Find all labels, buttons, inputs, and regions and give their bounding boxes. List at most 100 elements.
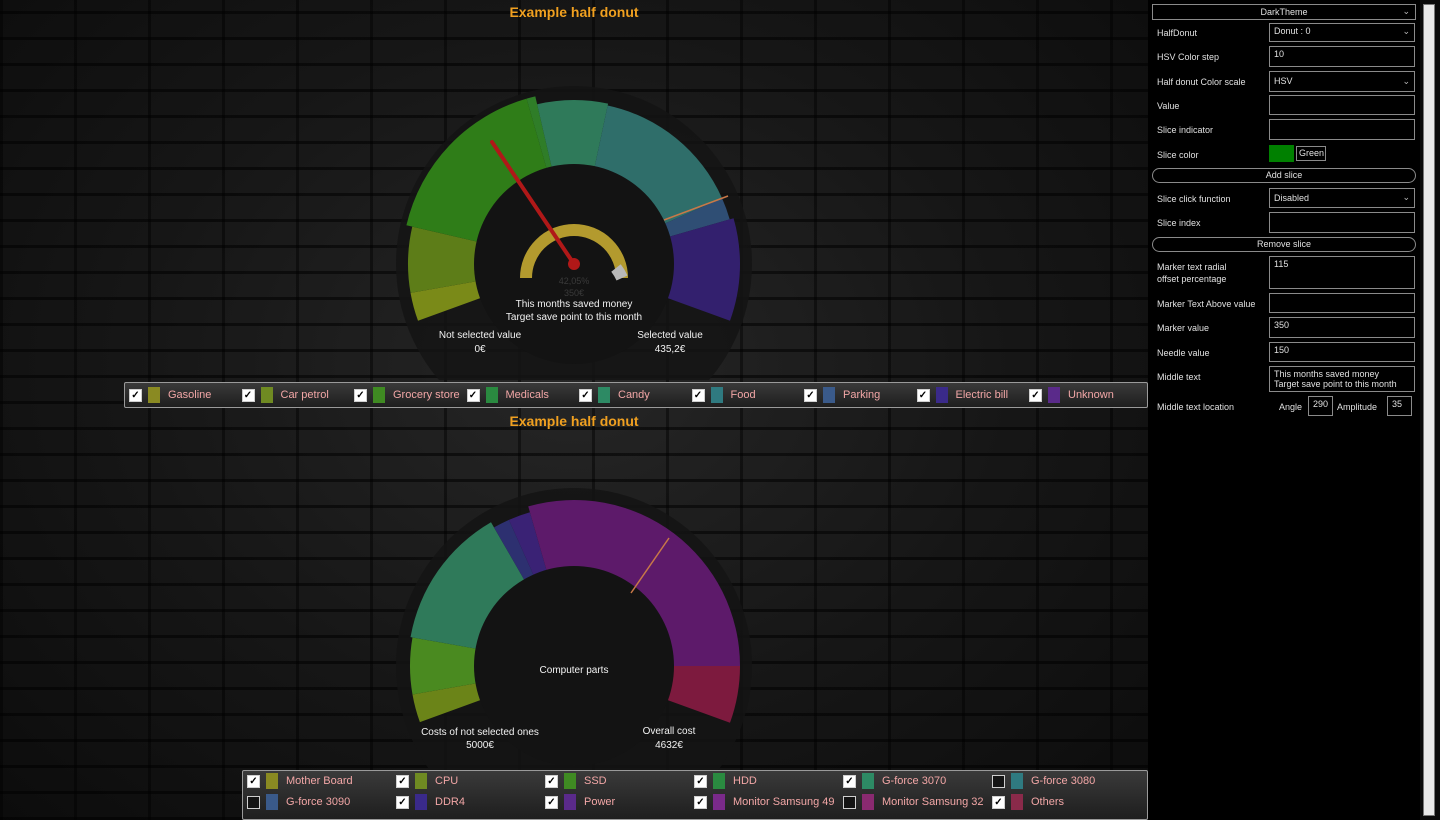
legend-label: Mother Board xyxy=(286,775,353,787)
angle-input[interactable]: 290 xyxy=(1308,396,1333,416)
legend-checkbox[interactable]: ✓ xyxy=(396,774,409,788)
marker-above-label: Marker Text Above value xyxy=(1157,299,1256,309)
legend-item[interactable]: ✓ DDR4 xyxy=(396,793,465,811)
hsv-step-label: HSV Color step xyxy=(1157,52,1220,62)
color-scale-value: HSV xyxy=(1274,76,1293,86)
legend-label: Monitor Samsung 32 xyxy=(882,796,984,808)
amplitude-input[interactable]: 35 xyxy=(1387,396,1412,416)
slice-index-label: Slice index xyxy=(1157,218,1201,228)
not-selected-costs-label: Costs of not selected ones xyxy=(421,727,539,738)
legend-checkbox[interactable] xyxy=(247,795,260,809)
slice-index-input[interactable] xyxy=(1269,212,1415,233)
legend-swatch xyxy=(1011,773,1023,789)
legend-item[interactable]: Monitor Samsung 32 xyxy=(843,793,984,811)
middle-text-input-line2: Target save point to this month xyxy=(1274,379,1397,389)
slice-color-name[interactable]: Green xyxy=(1296,146,1326,161)
legend-checkbox[interactable]: ✓ xyxy=(396,795,409,809)
legend-swatch xyxy=(564,773,576,789)
half-donut-chart-1 xyxy=(396,86,752,380)
legend-chart2: ✓ Mother Board ✓ CPU ✓ SSD ✓ HDD ✓ G-force 3070 G-… xyxy=(242,770,1148,820)
middle-text-label: Middle text xyxy=(1157,372,1201,382)
text-location-label: Middle text location xyxy=(1157,402,1235,412)
gauge-marker-text: 350€ xyxy=(563,288,585,298)
legend-checkbox[interactable]: ✓ xyxy=(992,795,1005,809)
legend-checkbox[interactable]: ✓ xyxy=(694,795,707,809)
click-function-select[interactable]: Disabled ⌄ xyxy=(1269,188,1415,208)
legend-label: G-force 3070 xyxy=(882,775,947,787)
legend-label: Others xyxy=(1031,796,1065,808)
legend-swatch xyxy=(862,773,874,789)
legend-label: SSD xyxy=(584,775,607,787)
color-scale-label: Half donut Color scale xyxy=(1157,77,1246,87)
overall-cost-value: 4632€ xyxy=(655,740,683,751)
overall-cost-label: Overall cost xyxy=(642,726,696,737)
not-selected-costs-value: 5000€ xyxy=(466,740,494,751)
slice-indicator-label: Slice indicator xyxy=(1157,125,1214,135)
half-donut-chart-2 xyxy=(396,488,752,770)
legend-label: DDR4 xyxy=(435,796,465,808)
panel-scrollbar[interactable] xyxy=(1420,0,1440,820)
settings-panel: DarkTheme ⌄ HalfDonut Donut : 0 ⌄ HSV Co… xyxy=(1148,0,1420,820)
radial-offset-input[interactable]: 115 xyxy=(1269,256,1415,289)
theme-select-box[interactable]: DarkTheme xyxy=(1152,4,1416,20)
legend-label: G-force 3090 xyxy=(286,796,351,808)
chevron-down-icon: ⌄ xyxy=(1402,6,1410,16)
legend-item[interactable]: G-force 3090 xyxy=(247,793,350,811)
chevron-down-icon: ⌄ xyxy=(1402,76,1410,86)
chart-area: Example half donut 42,05% 350€ This mont… xyxy=(0,0,1148,820)
gauge-percent: 42,05% xyxy=(558,276,590,286)
legend-item[interactable]: ✓ Monitor Samsung 49 xyxy=(694,793,835,811)
marker-value-input[interactable]: 350 xyxy=(1269,317,1415,338)
radial-offset-label-line2: offset percentage xyxy=(1157,274,1227,284)
value-input[interactable] xyxy=(1269,95,1415,115)
add-slice-button[interactable]: Add slice xyxy=(1152,168,1416,183)
marker-value-label: Marker value xyxy=(1157,323,1210,333)
legend-label: Monitor Samsung 49 xyxy=(733,796,835,808)
needle-hub xyxy=(568,258,580,270)
legend-item[interactable]: ✓ CPU xyxy=(396,772,458,790)
legend-label: G-force 3080 xyxy=(1031,775,1096,787)
chevron-down-icon: ⌄ xyxy=(1402,192,1410,202)
legend-item[interactable]: ✓ SSD xyxy=(545,772,607,790)
legend-item[interactable]: ✓ Power xyxy=(545,793,615,811)
legend-checkbox[interactable]: ✓ xyxy=(247,774,260,788)
color-scale-select[interactable]: HSV ⌄ xyxy=(1269,71,1415,92)
hsv-step-input[interactable]: 10 xyxy=(1269,46,1415,67)
legend-label: CPU xyxy=(435,775,459,787)
slice-color-label: Slice color xyxy=(1157,150,1199,160)
needle-value-label: Needle value xyxy=(1157,348,1210,358)
click-function-label: Slice click function xyxy=(1157,194,1231,204)
legend-label: Power xyxy=(584,796,616,808)
remove-slice-button[interactable]: Remove slice xyxy=(1152,237,1416,252)
legend-item[interactable]: ✓ Mother Board xyxy=(247,772,353,790)
needle-value-input[interactable]: 150 xyxy=(1269,342,1415,362)
legend-swatch xyxy=(713,773,725,789)
legend-checkbox[interactable]: ✓ xyxy=(694,774,707,788)
amplitude-label: Amplitude xyxy=(1337,402,1378,412)
halfdonut-select[interactable]: Donut : 0 ⌄ xyxy=(1269,23,1415,42)
legend-label: HDD xyxy=(733,775,757,787)
legend-item[interactable]: G-force 3080 xyxy=(992,772,1095,790)
slice-color-swatch[interactable] xyxy=(1269,145,1294,162)
click-function-value: Disabled xyxy=(1274,193,1310,203)
legend-checkbox[interactable]: ✓ xyxy=(545,774,558,788)
radial-offset-label-line1: Marker text radial xyxy=(1157,262,1227,272)
legend-item[interactable]: ✓ HDD xyxy=(694,772,757,790)
legend-checkbox[interactable] xyxy=(992,774,1005,788)
angle-label: Angle xyxy=(1279,402,1303,412)
chevron-down-icon: ⌄ xyxy=(1402,26,1410,36)
slice-indicator-input[interactable] xyxy=(1269,119,1415,140)
middle-text-input[interactable]: This months saved money Target save poin… xyxy=(1269,366,1415,392)
legend-item[interactable]: ✓ G-force 3070 xyxy=(843,772,946,790)
legend-swatch xyxy=(415,794,427,810)
legend-checkbox[interactable] xyxy=(843,795,856,809)
legend-swatch xyxy=(266,794,278,810)
legend-swatch xyxy=(415,773,427,789)
scrollbar-thumb[interactable] xyxy=(1423,4,1435,816)
legend-checkbox[interactable]: ✓ xyxy=(545,795,558,809)
legend-item[interactable]: ✓ Others xyxy=(992,793,1064,811)
marker-above-input[interactable] xyxy=(1269,293,1415,313)
legend-checkbox[interactable]: ✓ xyxy=(843,774,856,788)
middle-text-chart2: Computer parts xyxy=(539,665,609,676)
not-selected-label: Not selected value xyxy=(438,330,522,341)
